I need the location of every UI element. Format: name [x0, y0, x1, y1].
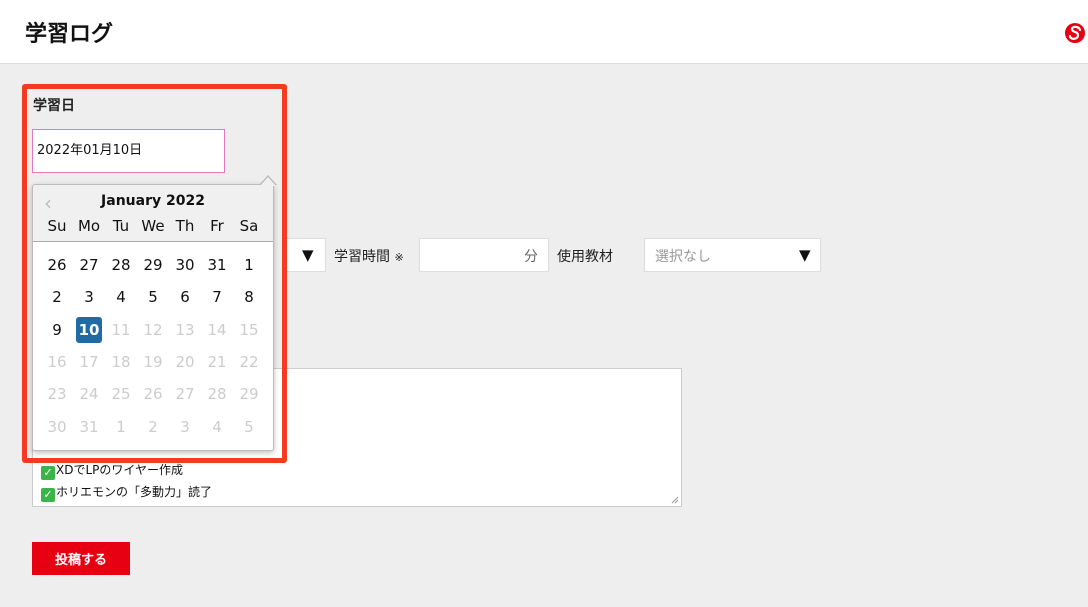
dropdown-arrow-icon: ▼	[302, 246, 314, 264]
material-select-value: 選択なし	[655, 249, 711, 265]
material-label: 使用教材	[557, 249, 613, 265]
dropdown-arrow-icon: ▼	[799, 246, 811, 264]
check-mark-icon: ✓	[41, 488, 55, 502]
study-time-label: 学習時間 ※	[334, 249, 404, 265]
minutes-unit: 分	[524, 249, 538, 265]
brand-logo-icon[interactable]	[1064, 22, 1086, 44]
submit-button[interactable]: 投稿する	[32, 542, 130, 575]
material-select[interactable]: 選択なし ▼	[644, 238, 821, 272]
page-title: 学習ログ	[25, 22, 114, 47]
required-mark: ※	[394, 251, 404, 264]
note-line: ✓ XDでLPのワイヤー作成	[41, 461, 183, 480]
highlight-box	[22, 84, 287, 463]
app-header: 学習ログ	[0, 0, 1088, 64]
category-select[interactable]: ▼	[286, 238, 326, 272]
resize-handle-icon[interactable]	[671, 496, 679, 504]
note-line: ✓ ホリエモンの「多動力」読了	[41, 483, 212, 502]
check-mark-icon: ✓	[41, 466, 55, 480]
study-time-input[interactable]: 分	[419, 238, 549, 272]
